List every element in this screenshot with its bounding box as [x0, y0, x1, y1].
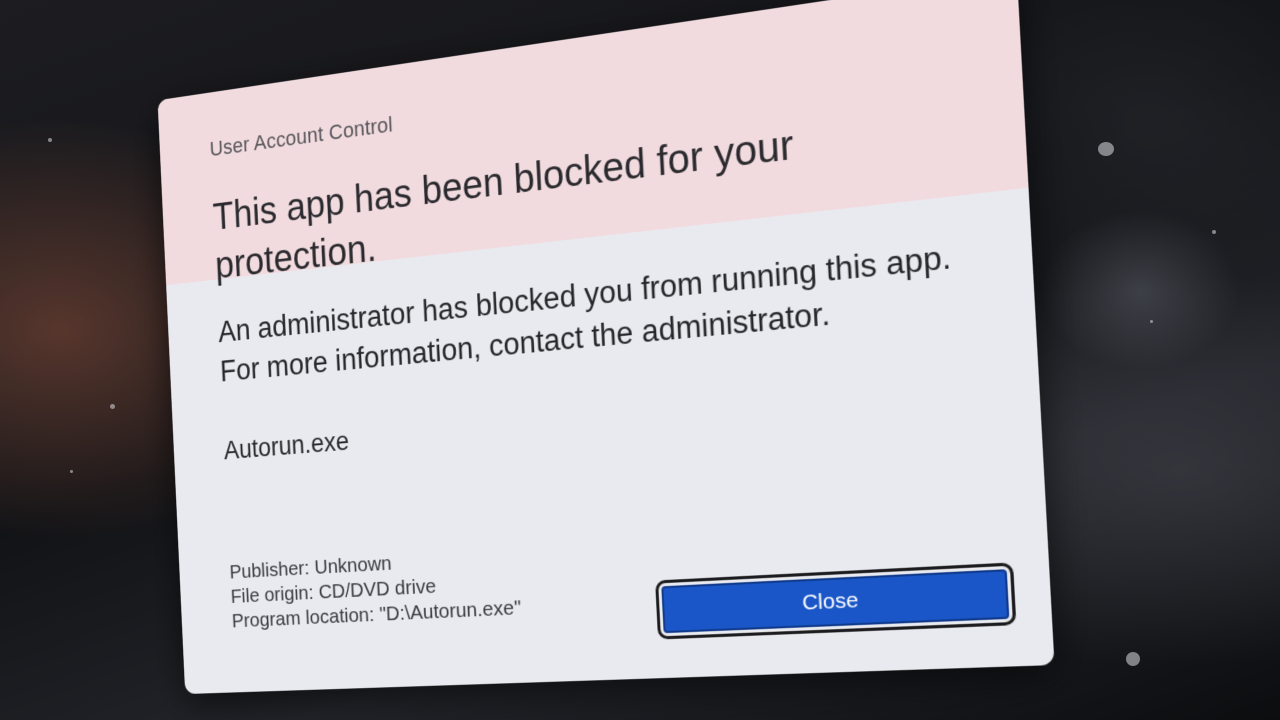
dust-speck [70, 470, 73, 473]
photo-background: User Account Control This app has been b… [0, 0, 1280, 720]
dust-speck [110, 404, 115, 409]
uac-dialog: User Account Control This app has been b… [157, 0, 1055, 695]
app-name: Autorun.exe [223, 426, 350, 465]
dialog-perspective: User Account Control This app has been b… [0, 0, 1280, 720]
app-details: Publisher: Unknown File origin: CD/DVD d… [229, 544, 522, 634]
dust-speck [48, 138, 52, 142]
dust-speck [1098, 142, 1114, 156]
dust-speck [1150, 320, 1153, 323]
close-button[interactable]: Close [654, 560, 1016, 642]
dust-speck [1212, 230, 1216, 234]
dust-speck [1126, 652, 1140, 666]
